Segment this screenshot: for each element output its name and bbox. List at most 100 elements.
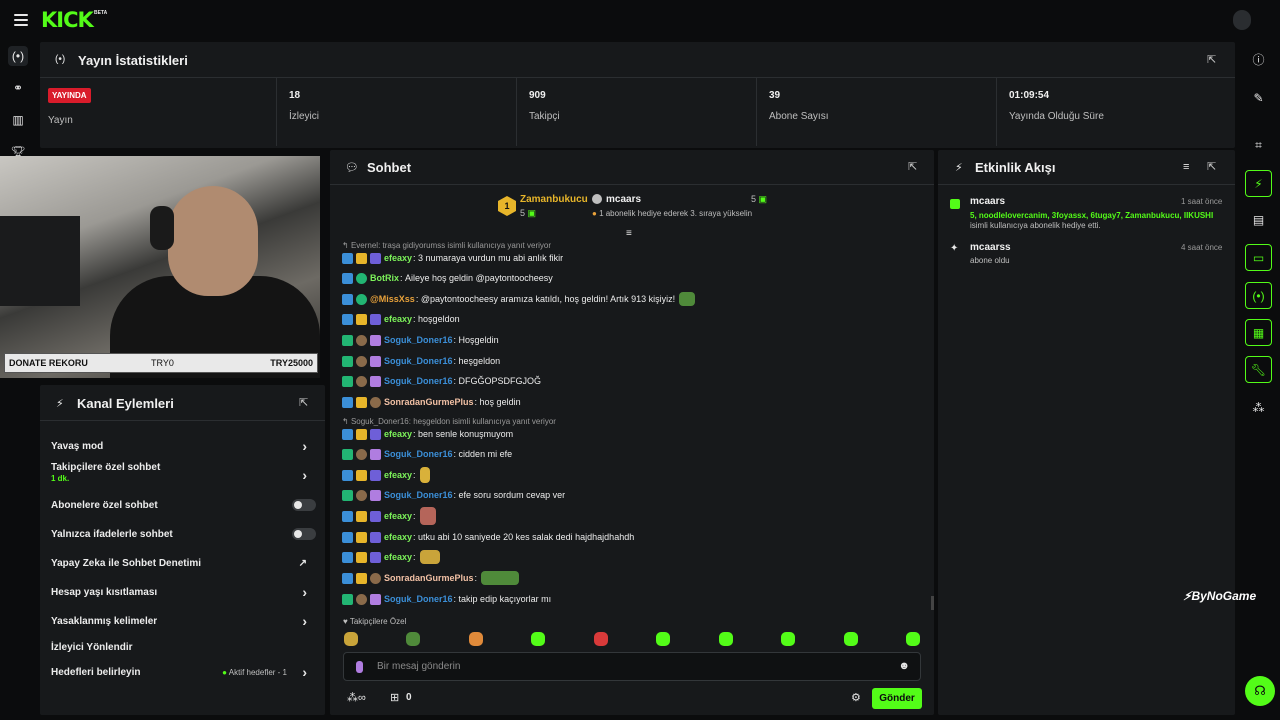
- stats-title: Yayın İstatistikleri: [78, 53, 188, 68]
- chat-title: Sohbet: [367, 160, 412, 175]
- chat-message[interactable]: efeaxy:: [342, 467, 922, 483]
- emote-section-label: ♥ Takipçilere Özel: [343, 617, 407, 626]
- chat-message[interactable]: Soguk_Doner16: efe soru sordum cevap ver: [342, 487, 922, 503]
- emote-only-row: Yalnızca ifadelerle sohbet: [51, 528, 173, 540]
- chat-message[interactable]: efeaxy: ben senle konuşmuyom: [342, 426, 922, 442]
- support-icon[interactable]: ☊: [1245, 676, 1275, 706]
- banned-words-row[interactable]: Yasaklanmış kelimeler ›: [51, 611, 321, 631]
- chat-message[interactable]: efeaxy:: [342, 549, 922, 565]
- popout-icon[interactable]: ⇱: [1207, 54, 1219, 66]
- leader-name[interactable]: mcaars: [606, 194, 641, 205]
- activity-panel: [938, 150, 1235, 715]
- stat-followers: 909 Takipçi: [516, 78, 756, 146]
- chat-message[interactable]: efeaxy: utku abi 10 saniyede 20 kes sala…: [342, 529, 922, 545]
- emote[interactable]: [906, 632, 920, 646]
- microphone-icon[interactable]: [356, 661, 363, 673]
- external-link-icon: ↗: [298, 558, 307, 569]
- emoji-icon[interactable]: ☻: [898, 660, 910, 672]
- emote-only-toggle[interactable]: [292, 528, 316, 540]
- broadcast-icon[interactable]: (•): [1245, 282, 1272, 309]
- broadcast-icon[interactable]: (•): [8, 46, 28, 66]
- chat-message[interactable]: Soguk_Doner16: heşgeldon: [342, 353, 922, 369]
- chevron-right-icon: ›: [302, 467, 307, 483]
- chat-message[interactable]: efeaxy:: [342, 507, 922, 525]
- scrollbar[interactable]: [931, 596, 934, 610]
- stat-uptime: 01:09:54 Yayında Olduğu Süre: [996, 78, 1235, 146]
- edit-icon[interactable]: ✎: [1245, 84, 1272, 111]
- emote[interactable]: [781, 632, 795, 646]
- emote: [419, 507, 436, 525]
- send-button[interactable]: Gönder: [872, 688, 922, 709]
- chat-message[interactable]: SonradanGurmePlus: hoş geldin: [342, 394, 922, 410]
- chat-input[interactable]: Bir mesaj gönderin ☻: [343, 652, 921, 681]
- info-icon[interactable]: ⓘ: [1245, 46, 1272, 73]
- emote[interactable]: [531, 632, 545, 646]
- followers-only-row[interactable]: Takipçilere özel sohbet 1 dk. ›: [51, 462, 321, 488]
- filter-icon[interactable]: ≡: [1183, 161, 1189, 173]
- gift-icon[interactable]: ⊞: [390, 691, 399, 704]
- popout-icon[interactable]: ⇱: [908, 161, 920, 173]
- slow-mode-row[interactable]: Yavaş mod ›: [51, 436, 321, 456]
- points-count: 0: [406, 692, 412, 703]
- chat-message[interactable]: @MissXss: @paytontoocheesy aramıza katıl…: [342, 291, 922, 307]
- popout-icon[interactable]: ⇱: [1207, 161, 1219, 173]
- emote[interactable]: [344, 632, 358, 646]
- emote: [481, 571, 520, 585]
- wrench-icon[interactable]: 🔧︎: [1245, 356, 1272, 383]
- analytics-icon[interactable]: ▥: [8, 110, 28, 130]
- kick-logo[interactable]: KICK: [41, 10, 94, 31]
- stat-viewers: 18 İzleyici: [276, 78, 516, 146]
- divider: [40, 420, 325, 421]
- lightning-icon: ⚡︎: [955, 162, 963, 174]
- stat-label: Yayın: [48, 115, 73, 126]
- rank-badge: [592, 194, 602, 204]
- left-nav: (•) ⚭ ▥ 🏆︎: [0, 40, 36, 720]
- users-icon[interactable]: ⁂: [1245, 394, 1272, 421]
- set-goals-row[interactable]: Hedefleri belirleyin ● Aktif hedefler - …: [51, 662, 321, 682]
- document-icon[interactable]: ▤: [1245, 206, 1272, 233]
- avatar[interactable]: [1233, 10, 1251, 30]
- account-age-row[interactable]: Hesap yaşı kısıtlaması ›: [51, 582, 321, 602]
- chat-message[interactable]: efeaxy: 3 numaraya vurdun mu abi anlık f…: [342, 250, 922, 266]
- emote[interactable]: [594, 632, 608, 646]
- chat-message[interactable]: SonradanGurmePlus:: [342, 570, 922, 586]
- ai-moderation-row[interactable]: Yapay Zeka ile Sohbet Denetimi ↗: [51, 553, 321, 573]
- collapse-icon[interactable]: ≡: [626, 228, 632, 239]
- stream-preview[interactable]: DONATE REKORU TRY0 TRY25000: [0, 156, 320, 378]
- chat-message[interactable]: efeaxy: hoşgeldon: [342, 311, 922, 327]
- gear-icon[interactable]: ⚙: [851, 691, 861, 704]
- points-icon[interactable]: ⁂∞: [347, 691, 366, 704]
- chevron-right-icon: ›: [302, 438, 307, 454]
- chevron-right-icon: ›: [302, 613, 307, 629]
- menu-icon[interactable]: [14, 14, 28, 26]
- scan-icon[interactable]: ⌗: [1245, 132, 1272, 159]
- active-goals-badge: ● Aktif hedefler - 1: [222, 667, 287, 677]
- chat-message[interactable]: Soguk_Doner16: Hoşgeldin: [342, 332, 922, 348]
- emote[interactable]: [406, 632, 420, 646]
- chat-message[interactable]: BotRix: Aileye hoş geldin @paytontoochee…: [342, 270, 922, 286]
- layout-icon[interactable]: ▦: [1245, 319, 1272, 346]
- actions-title: Kanal Eylemleri: [77, 396, 174, 411]
- leader-name[interactable]: Zamanbukucu: [520, 194, 588, 205]
- emote[interactable]: [844, 632, 858, 646]
- leader-count: 5 ▣: [520, 208, 537, 218]
- leader-count: 5 ▣: [751, 194, 768, 204]
- chat-message[interactable]: Soguk_Doner16: DFGĞOPSDFGJOĞ: [342, 373, 922, 389]
- chat-message[interactable]: Soguk_Doner16: takip edip kaçıyorlar mı: [342, 591, 922, 607]
- emote: [419, 467, 430, 483]
- gift-note: ● 1 abonelik hediye ederek 3. sıraya yük…: [592, 209, 753, 218]
- emote[interactable]: [469, 632, 483, 646]
- popout-icon[interactable]: ⇱: [299, 397, 311, 409]
- chat-message[interactable]: Soguk_Doner16: cidden mi efe: [342, 446, 922, 462]
- live-badge: YAYINDA: [48, 88, 91, 103]
- emote[interactable]: [656, 632, 670, 646]
- link-icon[interactable]: ⚭: [8, 78, 28, 98]
- subscribers-only-toggle[interactable]: [292, 499, 316, 511]
- lightning-icon[interactable]: ⚡︎: [1245, 170, 1272, 197]
- redirect-viewers-row[interactable]: İzleyici Yönlendir: [51, 637, 321, 657]
- sparkle-icon: ✦: [950, 243, 959, 254]
- reply-context: ↰ Soguk_Doner16: heşgeldon isimli kullan…: [342, 417, 556, 426]
- emote[interactable]: [719, 632, 733, 646]
- chat-icon[interactable]: ▭: [1245, 244, 1272, 271]
- lightning-icon: ⚡︎: [56, 398, 64, 410]
